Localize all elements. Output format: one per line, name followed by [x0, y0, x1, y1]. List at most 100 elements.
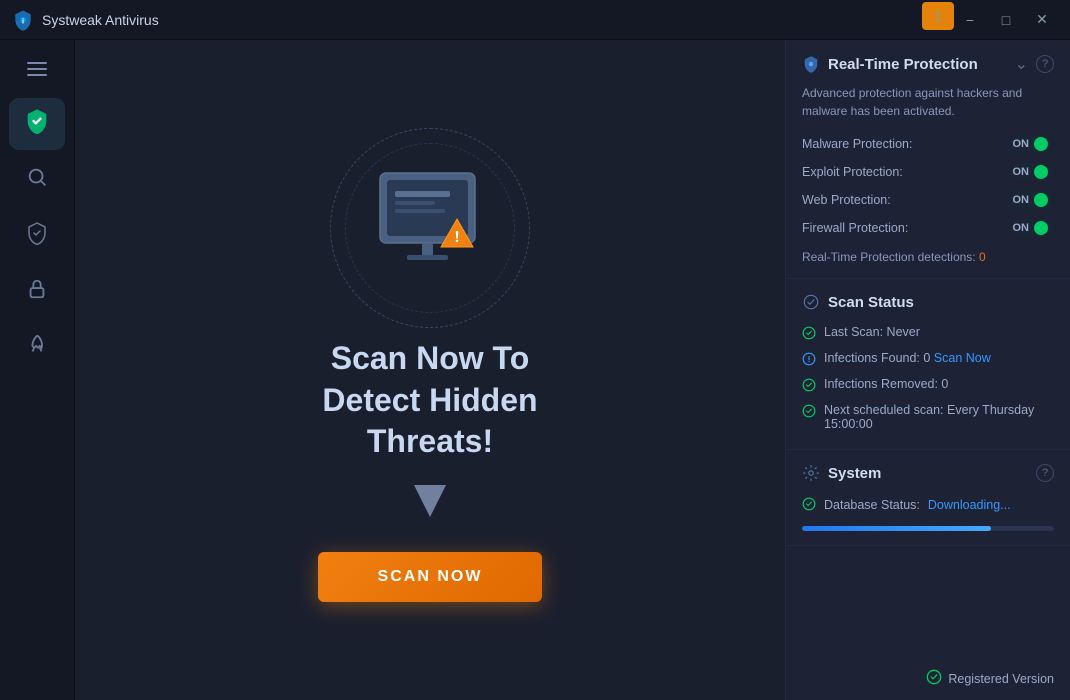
- scan-status-section: Scan Status Last Scan: Never Infections …: [786, 279, 1070, 450]
- malware-toggle-dot: [1034, 137, 1048, 151]
- malware-protection-toggle[interactable]: ON: [1009, 135, 1055, 153]
- database-status-row: Database Status: Downloading...: [802, 492, 1054, 518]
- system-icon: [802, 464, 820, 482]
- exploit-toggle-text: ON: [1013, 166, 1030, 178]
- registered-icon: [926, 669, 942, 688]
- last-scan-text: Last Scan: Never: [824, 325, 920, 339]
- scan-now-button[interactable]: SCAN NOW: [318, 552, 543, 602]
- sidebar-item-search[interactable]: [9, 154, 65, 206]
- realtime-description: Advanced protection against hackers and …: [802, 84, 1054, 120]
- malware-toggle-text: ON: [1013, 138, 1030, 150]
- svg-text:!: !: [454, 229, 459, 246]
- sidebar-item-security[interactable]: [9, 266, 65, 318]
- exploit-toggle-dot: [1034, 165, 1048, 179]
- realtime-help-button[interactable]: ?: [1036, 55, 1054, 73]
- infections-found-row: Infections Found: 0 Scan Now: [802, 347, 1054, 373]
- scan-now-link[interactable]: Scan Now: [934, 351, 991, 365]
- web-toggle-dot: [1034, 193, 1048, 207]
- monitor-graphic: !: [330, 138, 530, 318]
- next-scan-text: Next scheduled scan: Every Thursday 15:0…: [824, 403, 1054, 431]
- detections-label: Real-Time Protection detections:: [802, 250, 976, 264]
- web-toggle-text: ON: [1013, 194, 1030, 206]
- system-title: System: [828, 465, 881, 482]
- search-icon: [26, 166, 48, 194]
- notification-badge[interactable]: ⊞ 1: [918, 6, 950, 34]
- last-scan-icon: [802, 326, 816, 343]
- detections-row: Real-Time Protection detections: 0: [802, 250, 1054, 264]
- firewall-toggle-text: ON: [1013, 222, 1030, 234]
- lock-icon: [26, 278, 48, 306]
- firewall-toggle-dot: [1034, 221, 1048, 235]
- firewall-protection-label: Firewall Protection:: [802, 221, 908, 235]
- sidebar-item-boost[interactable]: [9, 322, 65, 374]
- check-shield-icon: [25, 221, 49, 251]
- maximize-button[interactable]: □: [990, 6, 1022, 34]
- right-footer: Registered Version: [786, 657, 1070, 700]
- close-button[interactable]: ✕: [1026, 6, 1058, 34]
- system-help-button[interactable]: ?: [1036, 464, 1054, 482]
- realtime-protection-section: Real-Time Protection ⌄ ? Advanced protec…: [786, 40, 1070, 279]
- sidebar: [0, 40, 75, 700]
- system-title-group: System: [802, 464, 881, 482]
- hamburger-icon: [27, 62, 47, 76]
- realtime-protection-title: Real-Time Protection: [828, 56, 978, 73]
- web-protection-label: Web Protection:: [802, 193, 891, 207]
- infections-removed-icon: [802, 378, 816, 395]
- infections-found-icon: [802, 352, 816, 369]
- realtime-expand-button[interactable]: ⌄: [1015, 54, 1028, 74]
- infections-removed-row: Infections Removed: 0: [802, 373, 1054, 399]
- sidebar-item-scan[interactable]: [9, 210, 65, 262]
- realtime-title-group: Real-Time Protection: [802, 55, 978, 73]
- db-progress-fill: [802, 526, 991, 531]
- svg-text:i: i: [22, 16, 24, 25]
- title-bar-left: i Systweak Antivirus: [12, 9, 159, 31]
- db-status-icon: [802, 497, 816, 514]
- sidebar-item-protection[interactable]: [9, 98, 65, 150]
- next-scan-icon: [802, 404, 816, 421]
- scan-status-header: Scan Status: [802, 293, 1054, 311]
- detections-count: 0: [979, 250, 986, 264]
- content-area: ! Scan Now To Detect Hidden Threats! SCA…: [75, 40, 1070, 700]
- scan-heading-line1: Scan Now To: [322, 338, 537, 380]
- registered-version-label: Registered Version: [948, 672, 1054, 686]
- system-section: System ? Database Status: Downloading...: [786, 450, 1070, 546]
- next-scan-row: Next scheduled scan: Every Thursday 15:0…: [802, 399, 1054, 435]
- exploit-protection-toggle[interactable]: ON: [1009, 163, 1055, 181]
- db-progress-bar: [802, 526, 1054, 531]
- firewall-protection-toggle[interactable]: ON: [1009, 219, 1055, 237]
- realtime-protection-header: Real-Time Protection ⌄ ?: [802, 54, 1054, 74]
- app-logo-icon: i: [12, 9, 34, 31]
- title-bar: i Systweak Antivirus ⊞ 1 − □ ✕: [0, 0, 1070, 40]
- exploit-protection-row: Exploit Protection: ON: [802, 158, 1054, 186]
- scan-heading: Scan Now To Detect Hidden Threats!: [322, 338, 537, 463]
- system-header: System ?: [802, 464, 1054, 482]
- malware-protection-row: Malware Protection: ON: [802, 130, 1054, 158]
- web-protection-row: Web Protection: ON: [802, 186, 1054, 214]
- scan-status-title-group: Scan Status: [802, 293, 914, 311]
- title-bar-controls: ⊞ 1 − □ ✕: [918, 6, 1058, 34]
- db-status-label: Database Status:: [824, 498, 920, 512]
- malware-protection-label: Malware Protection:: [802, 137, 912, 151]
- firewall-protection-row: Firewall Protection: ON: [802, 214, 1054, 242]
- exploit-protection-label: Exploit Protection:: [802, 165, 903, 179]
- main-layout: ! Scan Now To Detect Hidden Threats! SCA…: [0, 40, 1070, 700]
- rocket-icon: [26, 334, 48, 362]
- scan-status-title: Scan Status: [828, 294, 914, 311]
- center-panel: ! Scan Now To Detect Hidden Threats! SCA…: [75, 40, 785, 700]
- hamburger-menu-button[interactable]: [15, 50, 59, 88]
- web-protection-toggle[interactable]: ON: [1009, 191, 1055, 209]
- down-arrow-icon: [406, 481, 454, 532]
- monitor-icon: !: [365, 163, 495, 288]
- realtime-shield-icon: [802, 55, 820, 73]
- app-title: Systweak Antivirus: [42, 12, 159, 28]
- scan-status-icon: [802, 293, 820, 311]
- badge-count: 1: [922, 2, 954, 30]
- infections-removed-text: Infections Removed: 0: [824, 377, 948, 391]
- db-status-value: Downloading...: [928, 498, 1011, 512]
- shield-active-icon: [23, 107, 51, 141]
- right-panel: Real-Time Protection ⌄ ? Advanced protec…: [785, 40, 1070, 700]
- scan-heading-line3: Threats!: [322, 421, 537, 463]
- infections-found-text: Infections Found: 0 Scan Now: [824, 351, 991, 365]
- last-scan-row: Last Scan: Never: [802, 321, 1054, 347]
- minimize-button[interactable]: −: [954, 6, 986, 34]
